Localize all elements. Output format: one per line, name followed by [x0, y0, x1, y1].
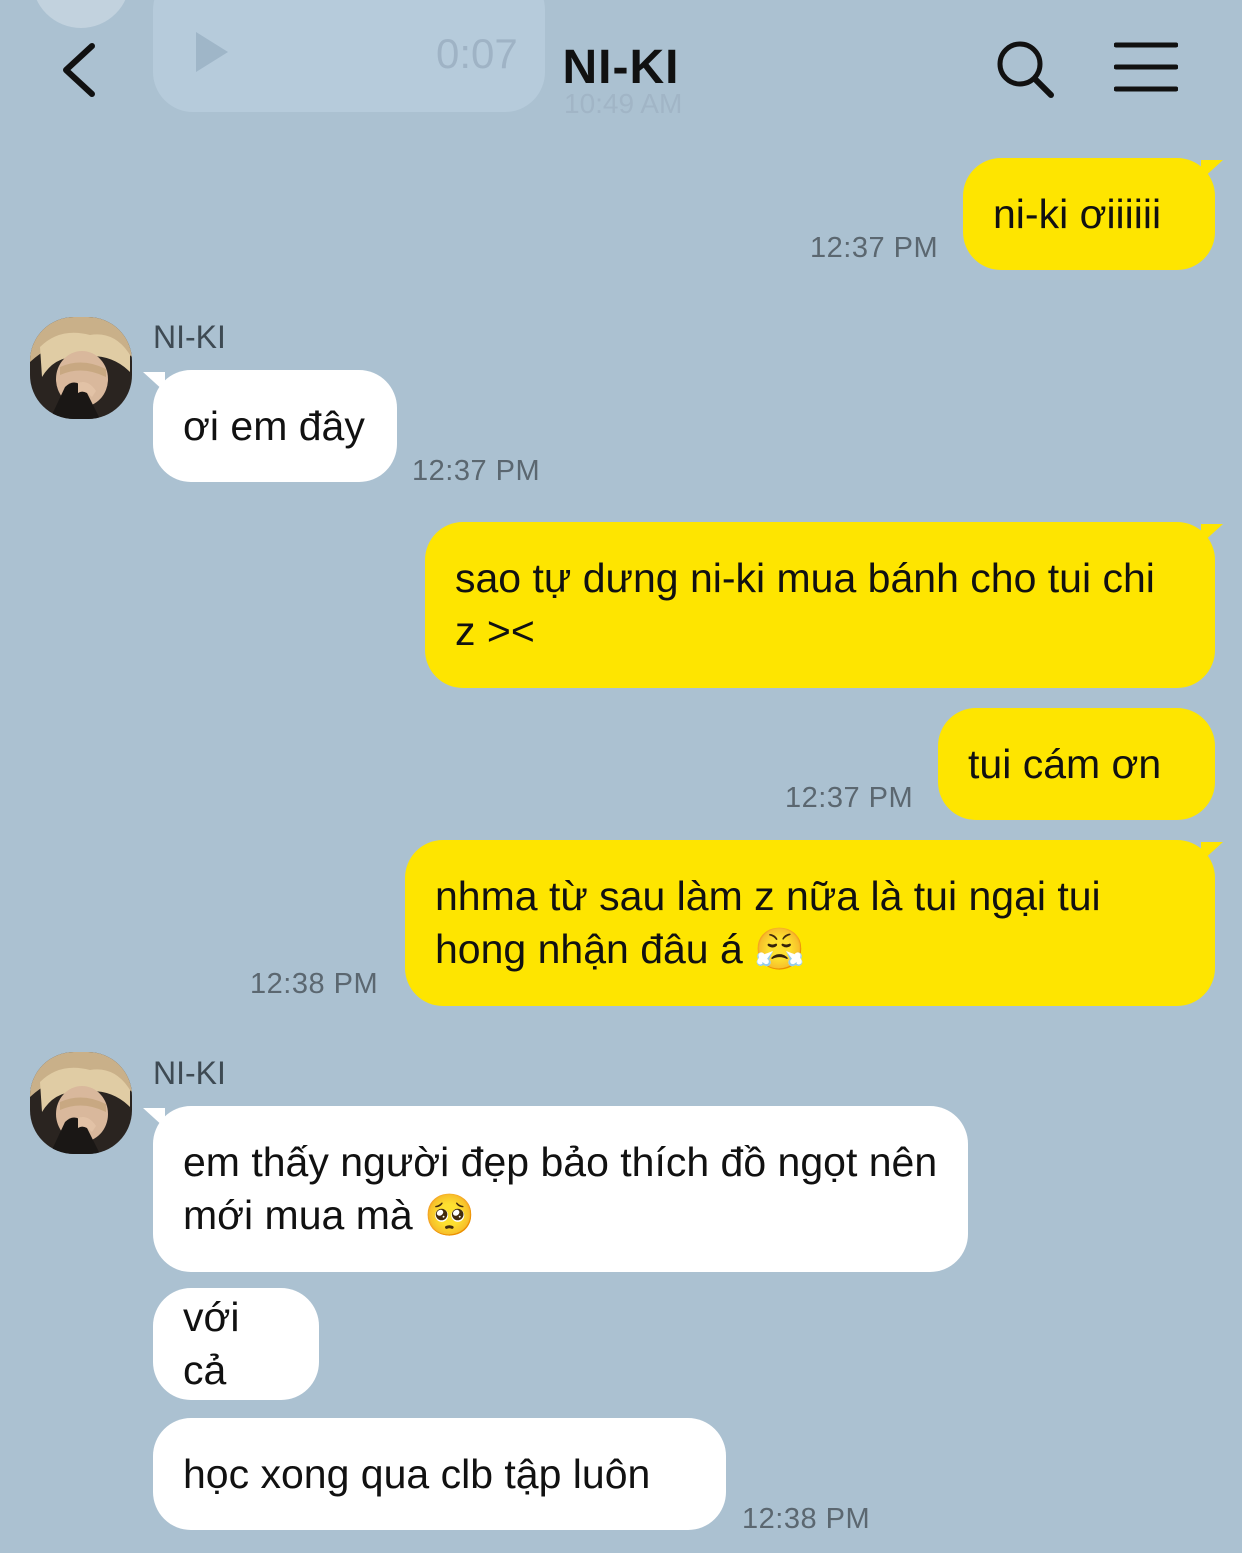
sender-name: NI-KI: [153, 319, 226, 355]
my-message-bubble[interactable]: tui cám ơn: [938, 708, 1215, 820]
their-message-bubble[interactable]: với cả: [153, 1288, 319, 1400]
sender-name: NI-KI: [153, 1055, 226, 1091]
message-time: 12:38 PM: [250, 968, 379, 1000]
scrolled-avatar: [32, 0, 130, 28]
message-text: ơi em đây: [183, 402, 365, 449]
message-text: em thấy người đẹp bảo thích đồ ngọt nên …: [183, 1139, 949, 1238]
message-text: với cả: [183, 1294, 251, 1393]
my-message-bubble[interactable]: nhma từ sau làm z nữa là tui ngại tui ho…: [405, 840, 1215, 1006]
bubble-tail: [1201, 160, 1223, 180]
message-text: sao tự dưng ni-ki mua bánh cho tui chi z…: [455, 555, 1167, 654]
my-message-bubble[interactable]: ni-ki ơiiiiii: [963, 158, 1215, 270]
contact-avatar[interactable]: [30, 1052, 132, 1154]
hamburger-menu-icon[interactable]: [1114, 40, 1178, 94]
their-message-bubble[interactable]: học xong qua clb tập luôn: [153, 1418, 726, 1530]
contact-avatar[interactable]: [30, 317, 132, 419]
my-message-bubble[interactable]: sao tự dưng ni-ki mua bánh cho tui chi z…: [425, 522, 1215, 688]
message-text: nhma từ sau làm z nữa là tui ngại tui ho…: [435, 873, 1113, 972]
bubble-tail: [1201, 842, 1223, 862]
their-message-bubble[interactable]: ơi em đây: [153, 370, 397, 482]
bubble-tail: [1201, 524, 1223, 544]
message-time: 12:37 PM: [785, 782, 914, 814]
message-text: ni-ki ơiiiiii: [993, 190, 1162, 237]
message-text: tui cám ơn: [968, 740, 1162, 787]
their-message-bubble[interactable]: em thấy người đẹp bảo thích đồ ngọt nên …: [153, 1106, 968, 1272]
message-time: 12:37 PM: [810, 232, 939, 264]
message-text: học xong qua clb tập luôn: [183, 1450, 651, 1497]
message-time: 12:38 PM: [742, 1503, 871, 1535]
search-icon[interactable]: [994, 38, 1056, 100]
message-time: 12:37 PM: [412, 455, 541, 487]
